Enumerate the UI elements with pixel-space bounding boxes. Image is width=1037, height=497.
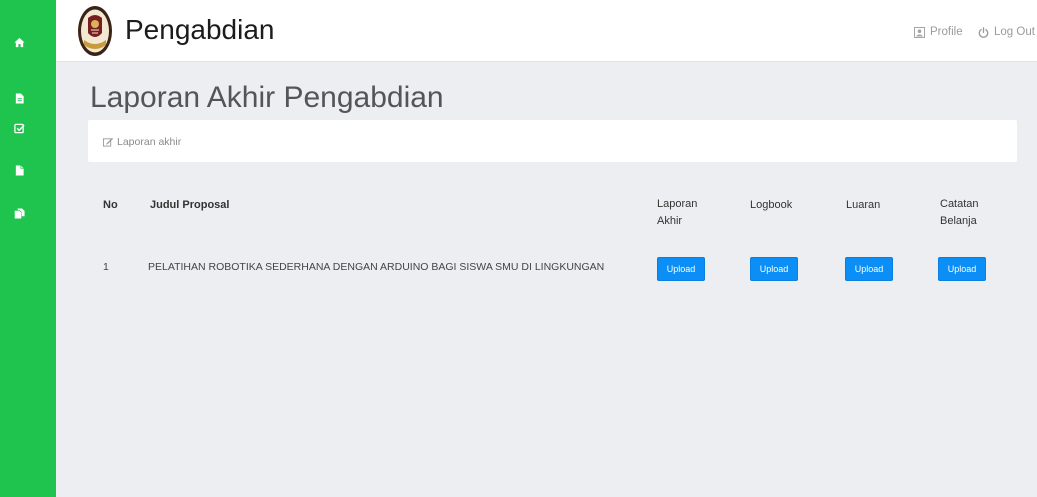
institution-logo (77, 5, 113, 57)
check-square-icon (13, 123, 25, 133)
sidebar-item-files[interactable] (7, 202, 31, 224)
sidebar-item-document[interactable] (7, 87, 31, 109)
column-header-final-report: Laporan Akhir (657, 198, 698, 227)
logout-link[interactable]: Log Out (978, 24, 1035, 40)
upload-logbook-button[interactable]: Upload (750, 257, 798, 281)
column-header-no: No (103, 199, 118, 211)
file-icon (15, 164, 24, 176)
app-title: Pengabdian (125, 14, 275, 45)
column-header-output: Luaran (846, 199, 881, 211)
university-seal-logo (78, 6, 112, 56)
copy-icon (14, 207, 25, 219)
proposal-title: PELATIHAN ROBOTIKA SEDERHANA DENGAN ARDU… (148, 261, 605, 273)
power-icon (978, 26, 989, 38)
upload-output-button[interactable]: Upload (845, 257, 893, 281)
upload-final-report-button[interactable]: Upload (657, 257, 705, 281)
column-header-logbook: Logbook (750, 199, 793, 211)
upload-expense-notes-button[interactable]: Upload (938, 257, 986, 281)
app-root: Pengabdian Profile Log Out Laporan Akhir… (0, 0, 1037, 497)
breadcrumb: Laporan akhir (88, 120, 1017, 162)
top-header: Pengabdian Profile Log Out (56, 0, 1037, 62)
profile-link[interactable]: Profile (914, 24, 963, 40)
edit-icon (103, 137, 113, 147)
sidebar-item-home[interactable] (7, 31, 31, 53)
main-content: Laporan Akhir Pengabdian Laporan akhir N… (56, 62, 1037, 497)
sidebar-item-file[interactable] (7, 159, 31, 181)
profile-label: Profile (930, 26, 963, 38)
breadcrumb-item[interactable]: Laporan akhir (103, 135, 181, 148)
home-icon (13, 37, 25, 47)
column-header-title: Judul Proposal (150, 199, 230, 211)
row-number: 1 (103, 261, 109, 273)
sidebar-item-checklist[interactable] (7, 117, 31, 139)
column-header-expense-notes: Catatan Belanja (940, 198, 979, 227)
logout-label: Log Out (994, 26, 1035, 38)
user-icon (914, 26, 925, 38)
page-title: Laporan Akhir Pengabdian (90, 81, 444, 114)
file-text-icon (15, 92, 24, 104)
sidebar (0, 0, 56, 497)
breadcrumb-label: Laporan akhir (117, 135, 182, 148)
